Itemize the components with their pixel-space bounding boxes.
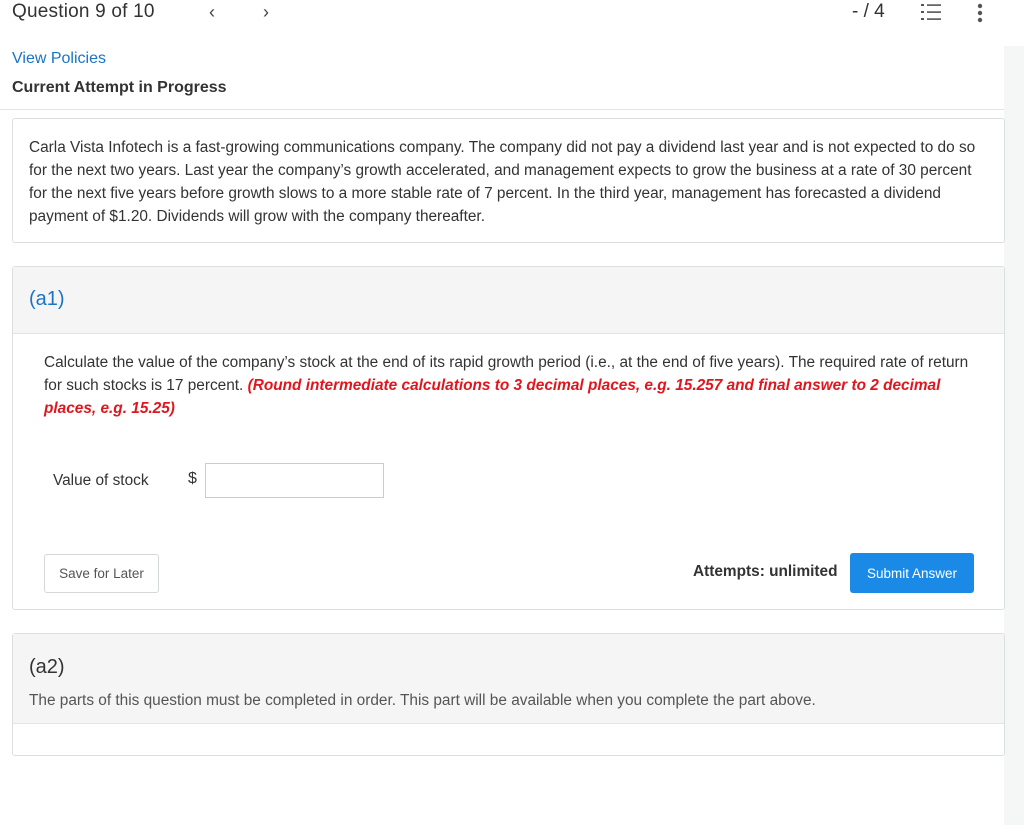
score: - / 4 (852, 1, 885, 22)
part-a1-label[interactable]: (a1) (29, 288, 65, 311)
top-bar: Question 9 of 10 ‹ › - / 4 (0, 0, 1024, 46)
part-a2-label: (a2) (29, 656, 65, 678)
value-of-stock-input[interactable] (205, 463, 384, 498)
question-counter: Question 9 of 10 (12, 1, 155, 22)
part-a2-card: (a2) The parts of this question must be … (12, 633, 1005, 756)
header-panel: View Policies Current Attempt in Progres… (0, 46, 1004, 110)
currency-symbol: $ (188, 470, 197, 487)
part-a2-header: (a2) The parts of this question must be … (13, 634, 1004, 724)
attempt-status: Current Attempt in Progress (12, 79, 227, 96)
chevron-left-icon[interactable]: ‹ (209, 2, 215, 22)
numbered-list-icon[interactable] (921, 3, 941, 21)
part-a1-card: (a1) Calculate the value of the company’… (12, 266, 1005, 610)
vertical-ellipsis-icon[interactable] (976, 3, 984, 23)
attempts-text: Attempts: unlimited (693, 563, 838, 580)
part-a1-header: (a1) (13, 267, 1004, 334)
problem-text: Carla Vista Infotech is a fast-growing c… (29, 139, 976, 225)
part-a2-note: The parts of this question must be compl… (29, 692, 816, 709)
submit-answer-button[interactable]: Submit Answer (850, 553, 974, 593)
view-policies-link[interactable]: View Policies (12, 50, 106, 68)
chevron-right-icon[interactable]: › (263, 2, 269, 22)
save-for-later-button[interactable]: Save for Later (44, 554, 159, 593)
question-text: Calculate the value of the company’s sto… (44, 351, 979, 420)
problem-card: Carla Vista Infotech is a fast-growing c… (12, 118, 1005, 243)
value-of-stock-label: Value of stock (53, 472, 149, 489)
